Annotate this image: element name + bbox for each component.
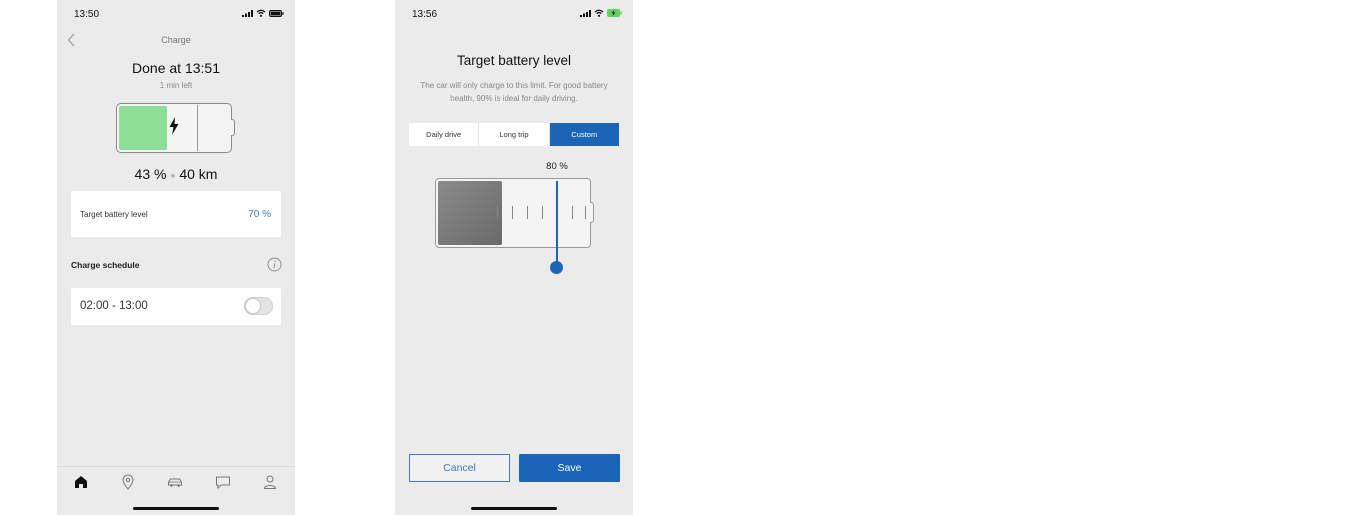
wifi-icon bbox=[594, 9, 604, 17]
home-icon[interactable] bbox=[72, 473, 90, 491]
home-indicator bbox=[133, 507, 219, 510]
target-battery-value: 70 % bbox=[248, 209, 271, 220]
target-slider-handle[interactable] bbox=[550, 261, 563, 274]
status-time: 13:56 bbox=[412, 9, 438, 20]
battery-status-icon bbox=[269, 9, 284, 17]
battery-tick bbox=[527, 206, 528, 219]
page-title: Target battery level bbox=[456, 53, 572, 68]
target-battery-screen: 13:56 Target battery level The car will … bbox=[395, 0, 633, 515]
charge-screen: 13:50 Charge Done at 13:51 1 min left 43… bbox=[57, 0, 295, 515]
segment-custom[interactable]: Custom bbox=[549, 123, 619, 146]
target-battery-level-row[interactable]: Target battery level 70 % bbox=[71, 191, 281, 237]
toggle-knob bbox=[246, 299, 260, 313]
save-button[interactable]: Save bbox=[519, 454, 620, 482]
target-battery-graphic bbox=[435, 178, 591, 248]
status-icons bbox=[580, 9, 622, 17]
battery-graphic bbox=[116, 103, 232, 153]
profile-icon[interactable] bbox=[261, 473, 279, 491]
battery-terminal bbox=[590, 202, 594, 223]
battery-tick bbox=[542, 206, 543, 219]
battery-tick bbox=[497, 206, 498, 219]
nav-title: Charge bbox=[161, 35, 191, 45]
charge-done-time: Done at 13:51 bbox=[132, 60, 220, 76]
slider-value-label: 80 % bbox=[546, 161, 568, 172]
charging-battery-status-icon bbox=[607, 9, 622, 17]
battery-fill bbox=[438, 181, 502, 245]
cancel-button[interactable]: Cancel bbox=[409, 454, 510, 482]
car-icon[interactable] bbox=[166, 473, 184, 491]
signal-icon bbox=[242, 9, 253, 17]
wifi-icon bbox=[256, 9, 266, 17]
schedule-toggle[interactable] bbox=[244, 297, 273, 315]
battery-tick bbox=[572, 206, 573, 219]
status-time: 13:50 bbox=[74, 9, 100, 20]
battery-terminal bbox=[231, 119, 235, 136]
description: The car will only charge to this limit. … bbox=[420, 81, 608, 103]
segment-long-trip[interactable]: Long trip bbox=[479, 123, 550, 146]
chat-icon[interactable] bbox=[214, 473, 232, 491]
battery-tick bbox=[585, 206, 586, 219]
info-icon[interactable] bbox=[267, 257, 282, 272]
signal-icon bbox=[580, 9, 591, 17]
segment-daily-drive[interactable]: Daily drive bbox=[409, 123, 480, 146]
charge-schedule-heading: Charge schedule bbox=[71, 260, 140, 270]
location-pin-icon[interactable] bbox=[119, 473, 137, 491]
schedule-time: 02:00 - 13:00 bbox=[80, 300, 148, 312]
home-indicator bbox=[471, 507, 557, 510]
battery-divider bbox=[197, 105, 198, 151]
target-battery-label: Target battery level bbox=[80, 210, 148, 219]
lightning-bolt-icon bbox=[169, 117, 179, 135]
battery-fill bbox=[119, 106, 167, 150]
separator-dot: ● bbox=[170, 170, 176, 180]
target-slider-track[interactable] bbox=[556, 181, 558, 267]
charge-stats: 43 % ● 40 km bbox=[57, 166, 295, 182]
preset-segmented-control: Daily drive Long trip Custom bbox=[409, 123, 619, 146]
battery-percent: 43 % bbox=[134, 166, 167, 182]
battery-range: 40 km bbox=[179, 166, 218, 182]
status-icons bbox=[242, 9, 284, 17]
charge-schedule-row: 02:00 - 13:00 bbox=[71, 288, 281, 325]
battery-tick bbox=[512, 206, 513, 219]
time-left: 1 min left bbox=[159, 81, 193, 90]
